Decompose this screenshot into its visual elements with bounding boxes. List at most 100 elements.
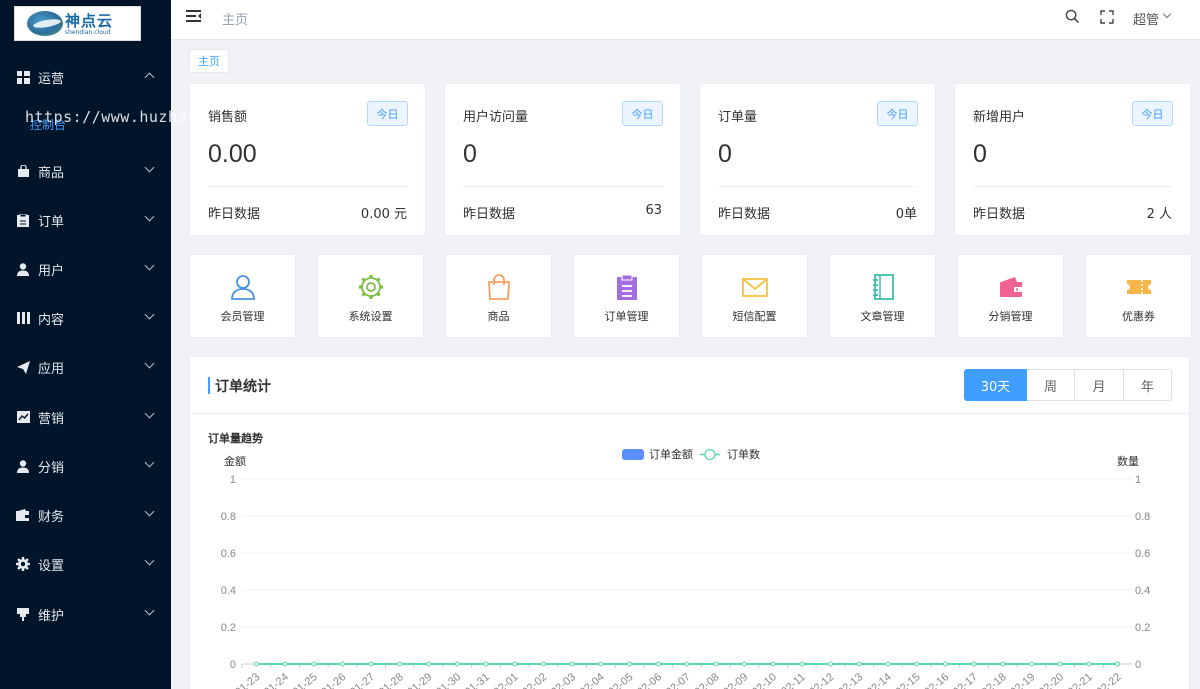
x-tick-label: 01-25 (290, 671, 319, 689)
sidebar-item-7[interactable]: 分销 (0, 446, 171, 486)
logo: 神点云 shendian.cloud (14, 6, 141, 41)
chevron-down-icon (144, 358, 155, 369)
user-icon (230, 274, 256, 300)
sidebar-item-label: 用户 (38, 263, 65, 279)
legend-label: 订单金额 (649, 447, 693, 461)
quick-link[interactable]: 短信配置 (701, 254, 808, 338)
user-plus-icon (16, 459, 30, 473)
quick-link-label: 系统设置 (348, 310, 393, 323)
x-tick-label: 02-16 (922, 671, 951, 689)
quick-link[interactable]: 分销管理 (957, 254, 1064, 338)
line-point (253, 661, 259, 667)
quick-link[interactable]: 订单管理 (573, 254, 680, 338)
line-point (512, 661, 518, 667)
line-point (971, 661, 977, 667)
sidebar-item-4[interactable]: 内容 (0, 298, 171, 338)
chevron-down-icon (144, 457, 155, 468)
quick-link[interactable]: 优惠券 (1085, 254, 1192, 338)
envelope-icon (741, 274, 768, 300)
line-point (741, 661, 747, 667)
line-point (856, 661, 862, 667)
x-tick-label: 02-12 (807, 671, 836, 689)
y-tick-left: 0.8 (221, 511, 236, 523)
order-trend-chart: 订单量趋势金额 数量 订单金额 订单数 0 0 0.2 0.2 0.4 0.4 0.6 0.6 0.8 0… (208, 431, 1150, 689)
quick-link[interactable]: 文章管理 (829, 254, 936, 338)
x-tick-label: 02-15 (893, 671, 922, 689)
divider (718, 186, 917, 187)
stat-card: 订单量 今日 0 昨日数据 0单 (699, 83, 936, 236)
x-tick-label: 01-23 (233, 671, 262, 689)
y-tick-left: 0 (230, 659, 236, 671)
breadcrumb[interactable]: 主页 (222, 9, 248, 28)
sidebar-item-label: 营销 (38, 411, 65, 427)
tab-home[interactable]: 主页 (189, 49, 229, 73)
legend-swatch-bar (622, 449, 644, 460)
stat-card: 新增用户 今日 0 昨日数据 2 人 (954, 83, 1191, 236)
sidebar-item-label: 财务 (38, 509, 65, 525)
fullscreen-icon[interactable] (1100, 10, 1114, 24)
x-tick-label: 01-29 (405, 671, 434, 689)
logo-title: 神点云 (65, 12, 114, 30)
x-tick-label: 01-28 (377, 671, 406, 689)
yesterday-label: 昨日数据 (463, 207, 516, 222)
menu-toggle-icon[interactable] (186, 10, 201, 23)
line-point (540, 661, 546, 667)
y-tick-right: 0.2 (1135, 622, 1150, 634)
search-icon[interactable] (1065, 9, 1080, 24)
quick-link-label: 商品 (487, 310, 510, 323)
quick-link[interactable]: 会员管理 (189, 254, 296, 338)
line-point (684, 661, 690, 667)
y-tick-right: 0.4 (1135, 585, 1150, 597)
user-name[interactable]: 超管 (1133, 9, 1159, 28)
line-point (942, 661, 948, 667)
line-point (368, 661, 374, 667)
quick-link-label: 会员管理 (220, 310, 265, 323)
clipboard-icon (614, 274, 640, 300)
sidebar-item-label: 应用 (38, 361, 65, 377)
quick-link-label: 订单管理 (604, 310, 649, 323)
quick-link-label: 文章管理 (860, 310, 905, 323)
quick-link-label: 优惠券 (1122, 310, 1155, 323)
sidebar-item-8[interactable]: 财务 (0, 495, 171, 535)
yesterday-label: 昨日数据 (973, 207, 1026, 222)
divider (208, 186, 407, 187)
x-tick-label: 01-24 (262, 671, 291, 689)
legend-label: 订单数 (727, 448, 760, 461)
sidebar-item-6[interactable]: 营销 (0, 397, 171, 437)
line-point (483, 661, 489, 667)
y-tick-left: 0.2 (221, 622, 236, 634)
sidebar-item-2[interactable]: 订单 (0, 200, 171, 240)
y-tick-right: 0.6 (1135, 548, 1150, 560)
line-point (426, 661, 432, 667)
sidebar-item-5[interactable]: 应用 (0, 347, 171, 387)
line-point (1029, 661, 1035, 667)
x-tick-label: 01-27 (348, 671, 377, 689)
chevron-down-icon (144, 162, 155, 173)
sidebar-item-0[interactable]: 运营 (0, 57, 171, 97)
x-tick-label: 02-05 (606, 671, 635, 689)
line-point (770, 661, 776, 667)
x-tick-label: 02-06 (635, 671, 664, 689)
pin-icon (16, 607, 30, 621)
sidebar-item-1[interactable]: 商品 (0, 151, 171, 191)
stat-title: 订单量 (718, 110, 758, 125)
x-tick-label: 02-01 (491, 671, 520, 689)
sidebar-item-3[interactable]: 用户 (0, 249, 171, 289)
quick-link[interactable]: 商品 (445, 254, 552, 338)
wallet-icon (16, 508, 30, 522)
y-axis-left-label: 金额 (224, 454, 246, 468)
x-tick-label: 02-09 (721, 671, 750, 689)
stat-title: 新增用户 (973, 110, 1026, 125)
x-tick-label: 02-08 (692, 671, 721, 689)
quick-link[interactable]: 系统设置 (317, 254, 424, 338)
paper-plane-icon (16, 360, 30, 374)
x-tick-label: 02-17 (951, 671, 980, 689)
line-point (713, 661, 719, 667)
sidebar-item-9[interactable]: 设置 (0, 544, 171, 584)
quick-link-label: 短信配置 (732, 310, 777, 323)
line-point (627, 661, 633, 667)
stat-value: 0.00 (208, 140, 257, 168)
chevron-down-icon[interactable] (1162, 9, 1172, 19)
x-tick-label: 02-02 (520, 671, 549, 689)
sidebar-item-10[interactable]: 维护 (0, 594, 171, 634)
